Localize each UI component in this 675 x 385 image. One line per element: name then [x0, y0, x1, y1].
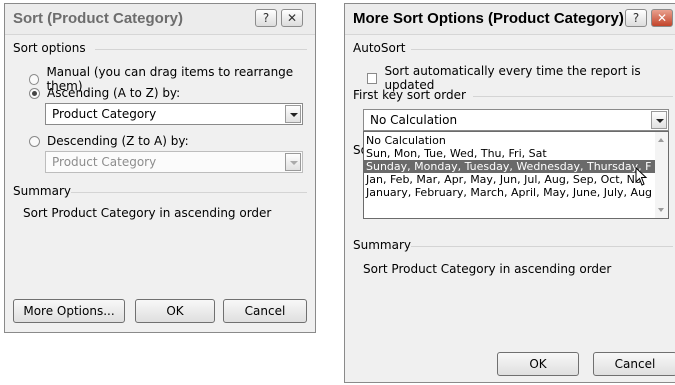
dropdown-scrollbar[interactable] — [655, 132, 668, 218]
more-sort-options-titlebar[interactable]: More Sort Options (Product Category) ? ✕ — [345, 4, 675, 35]
descending-label: Descending (Z to A) by: — [47, 134, 189, 148]
ascending-radio[interactable] — [29, 87, 40, 99]
first-key-select[interactable]: No Calculation — [363, 109, 669, 131]
chevron-down-icon — [285, 153, 301, 171]
mouse-pointer-icon — [635, 167, 648, 186]
descending-field-select: Product Category — [45, 151, 303, 173]
dialog-title: More Sort Options (Product Category) — [353, 10, 624, 27]
cancel-button[interactable]: Cancel — [593, 352, 675, 376]
list-item[interactable]: No Calculation — [364, 134, 668, 147]
cancel-button[interactable]: Cancel — [223, 299, 307, 323]
list-item[interactable]: Sunday, Monday, Tuesday, Wednesday, Thur… — [364, 160, 668, 173]
scroll-down-icon[interactable] — [658, 208, 664, 212]
list-item[interactable]: Jan, Feb, Mar, Apr, May, Jun, Jul, Aug, … — [364, 173, 668, 186]
first-key-label: First key sort order — [353, 88, 466, 102]
list-item[interactable]: January, February, March, April, May, Ju… — [364, 186, 668, 199]
close-button[interactable]: ✕ — [281, 9, 303, 27]
help-button[interactable]: ? — [625, 9, 647, 27]
descending-radio[interactable] — [29, 135, 40, 147]
help-button[interactable]: ? — [255, 9, 277, 27]
first-key-value: No Calculation — [370, 113, 458, 127]
list-item[interactable]: Sun, Mon, Tue, Wed, Thu, Fri, Sat — [364, 147, 668, 160]
chevron-down-icon[interactable] — [651, 111, 667, 129]
ascending-field-value: Product Category — [52, 107, 157, 121]
summary-text: Sort Product Category in ascending order — [363, 262, 612, 276]
dialog-title: Sort (Product Category) — [13, 10, 184, 27]
sort-options-label: Sort options — [13, 41, 86, 55]
sort-dialog: Sort (Product Category) ? ✕ Sort options… — [4, 3, 316, 333]
chevron-down-icon[interactable] — [285, 105, 301, 123]
first-key-dropdown-list[interactable]: No Calculation Sun, Mon, Tue, Wed, Thu, … — [363, 131, 669, 219]
ok-button[interactable]: OK — [135, 299, 215, 323]
autosort-label: AutoSort — [353, 41, 406, 55]
summary-label: Summary — [13, 184, 71, 198]
close-button[interactable]: ✕ — [651, 9, 673, 27]
summary-label: Summary — [353, 238, 411, 252]
ascending-field-select[interactable]: Product Category — [45, 103, 303, 125]
divider — [473, 96, 673, 97]
scroll-up-icon[interactable] — [658, 138, 664, 142]
more-options-button[interactable]: More Options... — [13, 299, 125, 323]
more-sort-options-dialog: More Sort Options (Product Category) ? ✕… — [344, 3, 675, 383]
autosort-checkbox[interactable] — [367, 72, 378, 84]
descending-field-value: Product Category — [52, 155, 157, 169]
descending-radio-row[interactable]: Descending (Z to A) by: — [29, 134, 189, 148]
ok-button[interactable]: OK — [497, 352, 579, 376]
manual-radio[interactable] — [29, 73, 40, 85]
sort-dialog-titlebar[interactable]: Sort (Product Category) ? ✕ — [5, 4, 315, 35]
divider — [411, 246, 673, 247]
divider — [411, 49, 673, 50]
divider — [95, 49, 307, 50]
divider — [71, 192, 307, 193]
summary-text: Sort Product Category in ascending order — [23, 206, 272, 220]
ascending-radio-row[interactable]: Ascending (A to Z) by: — [29, 86, 180, 100]
ascending-label: Ascending (A to Z) by: — [47, 86, 181, 100]
